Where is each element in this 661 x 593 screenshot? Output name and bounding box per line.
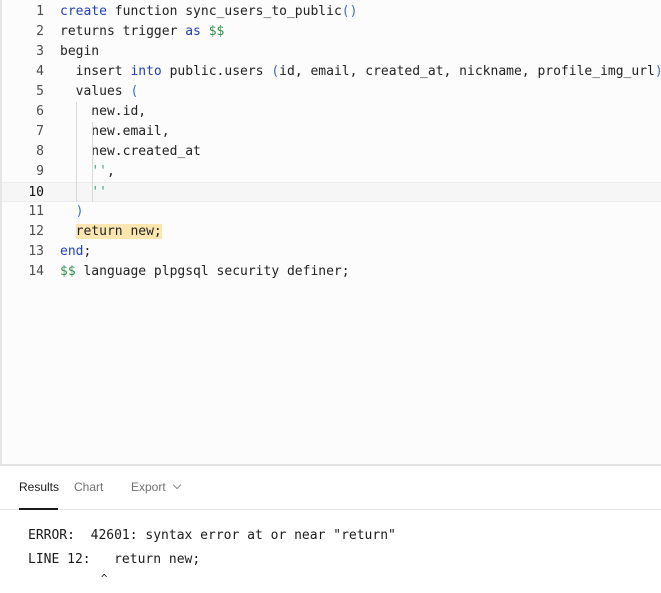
code-token: ;	[83, 244, 92, 259]
error-highlight: return new;	[75, 224, 162, 239]
code-token: )	[655, 64, 661, 79]
tab-export[interactable]: Export	[131, 480, 181, 494]
line-number: 12	[28, 224, 44, 239]
code-text: ''	[60, 185, 107, 200]
code-line[interactable]: 13 end;	[2, 242, 661, 262]
code-token: id, email, created_at, nickname, profile…	[279, 64, 655, 79]
line-number: 7	[36, 124, 44, 139]
line-number: 5	[36, 84, 44, 99]
chevron-down-icon	[172, 480, 181, 490]
error-caret: ^	[28, 572, 108, 585]
line-number: 9	[36, 164, 44, 179]
code-text: new.created_at	[60, 144, 201, 159]
code-line[interactable]: 5 values (	[2, 82, 661, 102]
code-line[interactable]: 2 returns trigger as $$	[2, 22, 661, 42]
line-number: 14	[28, 264, 44, 279]
export-label: Export	[131, 480, 166, 494]
code-text: new.id,	[60, 104, 146, 119]
line-number: 11	[28, 204, 44, 219]
code-line[interactable]: 6 new.id,	[2, 102, 661, 122]
code-token: new.id,	[60, 104, 147, 119]
code-token: insert	[60, 64, 131, 79]
code-token: into	[130, 64, 162, 79]
code-text: returns trigger as $$	[60, 24, 224, 39]
code-token: ,	[106, 164, 115, 179]
code-text: create function sync_users_to_public()	[60, 4, 357, 19]
code-token: function sync_users_to_public	[106, 4, 342, 19]
code-line[interactable]: 14 $$ language plpgsql security definer;	[2, 262, 661, 282]
code-token: (	[130, 84, 139, 99]
code-line[interactable]: 9 '',	[2, 162, 661, 182]
code-token: $$	[60, 264, 76, 279]
line-number: 4	[36, 64, 44, 79]
code-token: values	[60, 84, 131, 99]
error-message: ERROR: 42601: syntax error at or near "r…	[28, 528, 396, 543]
line-number: 13	[28, 244, 44, 259]
code-token: create	[60, 4, 107, 19]
code-text: values (	[60, 84, 139, 99]
indent-guide-outer	[76, 102, 77, 202]
tab-chart[interactable]: Chart	[74, 480, 103, 494]
code-line[interactable]: 12 return new;	[2, 222, 661, 242]
code-token: ()	[341, 4, 358, 19]
code-line[interactable]: 8 new.created_at	[2, 142, 661, 162]
code-text: end;	[60, 244, 91, 259]
results-tabs: Results Chart Export	[0, 466, 661, 510]
line-number: 8	[36, 144, 44, 159]
sql-editor[interactable]: 1 create function sync_users_to_public() 2…	[0, 0, 661, 464]
code-token: ''	[91, 164, 107, 179]
code-text: $$ language plpgsql security definer;	[60, 264, 350, 279]
code-token: $$	[208, 24, 225, 39]
code-token: new.created_at	[60, 144, 201, 159]
code-text: insert into public.users (id, email, cre…	[60, 64, 661, 79]
code-line[interactable]: 10 ''	[2, 182, 661, 202]
error-line-ref: LINE 12: return new;	[28, 552, 201, 567]
code-line[interactable]: 3 begin	[2, 42, 661, 62]
code-line[interactable]: 4 insert into public.users (id, email, c…	[2, 62, 661, 82]
tab-results[interactable]: Results	[19, 480, 59, 494]
active-tab-indicator	[19, 508, 58, 510]
line-number: 2	[36, 24, 44, 39]
code-text: return new;	[60, 224, 162, 239]
code-token: as	[185, 24, 201, 39]
code-token: language plpgsql security definer;	[75, 264, 350, 279]
line-number: 10	[28, 185, 44, 200]
line-number: 3	[36, 44, 44, 59]
code-line[interactable]: 11 )	[2, 202, 661, 222]
code-token: (	[271, 64, 280, 79]
code-line[interactable]: 7 new.email,	[2, 122, 661, 142]
code-text: begin	[60, 44, 99, 59]
results-panel: Results Chart Export ERROR: 42601: synta…	[0, 466, 661, 593]
code-text: )	[60, 204, 84, 219]
line-number: 6	[36, 104, 44, 119]
code-token: end	[60, 244, 84, 259]
code-token: ''	[91, 185, 107, 200]
line-number: 1	[36, 4, 44, 19]
code-token: public.users	[161, 64, 272, 79]
code-token: )	[75, 204, 84, 219]
code-token: begin	[60, 44, 100, 59]
code-text: '',	[60, 164, 115, 179]
indent-guide-inner	[92, 122, 93, 202]
code-token: returns trigger	[60, 24, 186, 39]
code-line[interactable]: 1 create function sync_users_to_public()	[2, 2, 661, 22]
